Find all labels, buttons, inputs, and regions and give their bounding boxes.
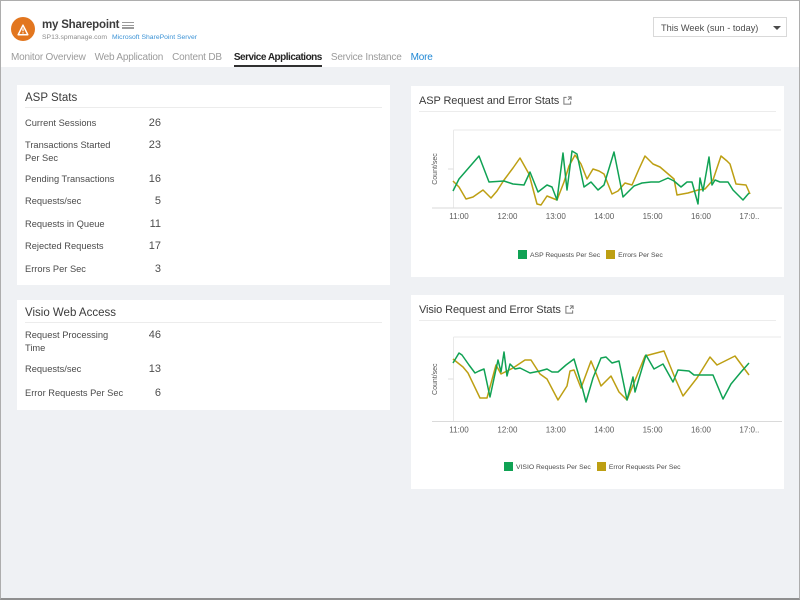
svg-text:14:00: 14:00 [594,426,615,435]
svg-text:11:00: 11:00 [449,426,469,435]
svg-text:15:00: 15:00 [643,212,664,221]
svg-text:15:00: 15:00 [643,426,664,435]
svg-text:17:0..: 17:0.. [739,426,759,435]
svg-text:16:00: 16:00 [691,426,712,435]
svg-text:Count/sec: Count/sec [432,363,439,395]
svg-text:11:00: 11:00 [449,212,469,221]
svg-text:16:00: 16:00 [691,212,712,221]
svg-text:17:0..: 17:0.. [739,212,759,221]
svg-text:13:00: 13:00 [546,212,567,221]
svg-text:12:00: 12:00 [497,426,518,435]
svg-text:13:00: 13:00 [546,426,567,435]
svg-text:Count/sec: Count/sec [432,153,439,185]
svg-text:14:00: 14:00 [594,212,615,221]
svg-text:12:00: 12:00 [497,212,518,221]
